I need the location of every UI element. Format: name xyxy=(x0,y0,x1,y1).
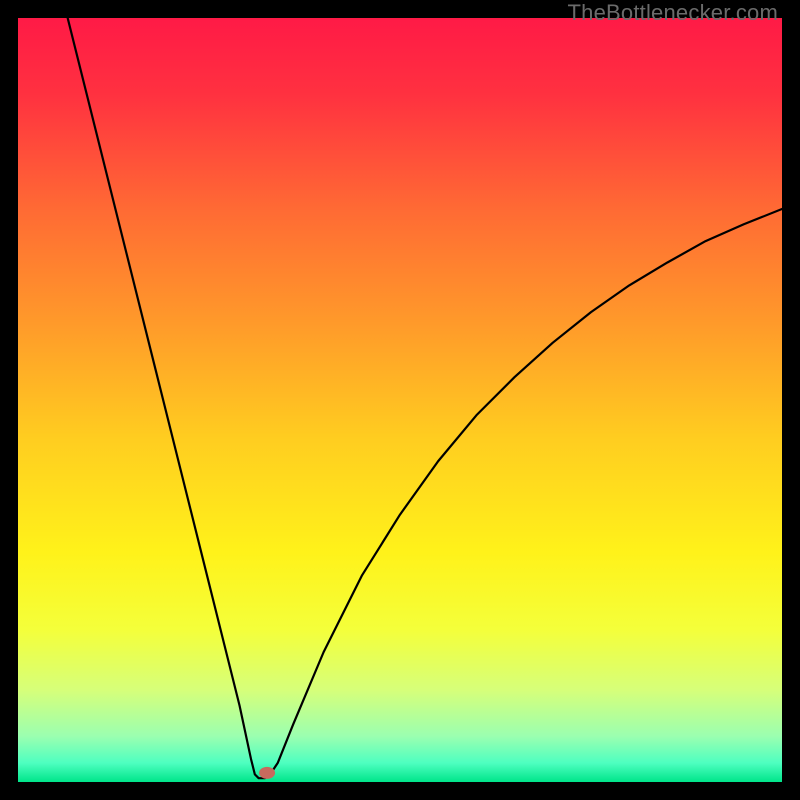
watermark-text: TheBottlenecker.com xyxy=(568,0,778,26)
chart-frame xyxy=(18,18,782,782)
optimal-point-marker xyxy=(259,767,275,779)
bottleneck-chart xyxy=(18,18,782,782)
gradient-background xyxy=(18,18,782,782)
